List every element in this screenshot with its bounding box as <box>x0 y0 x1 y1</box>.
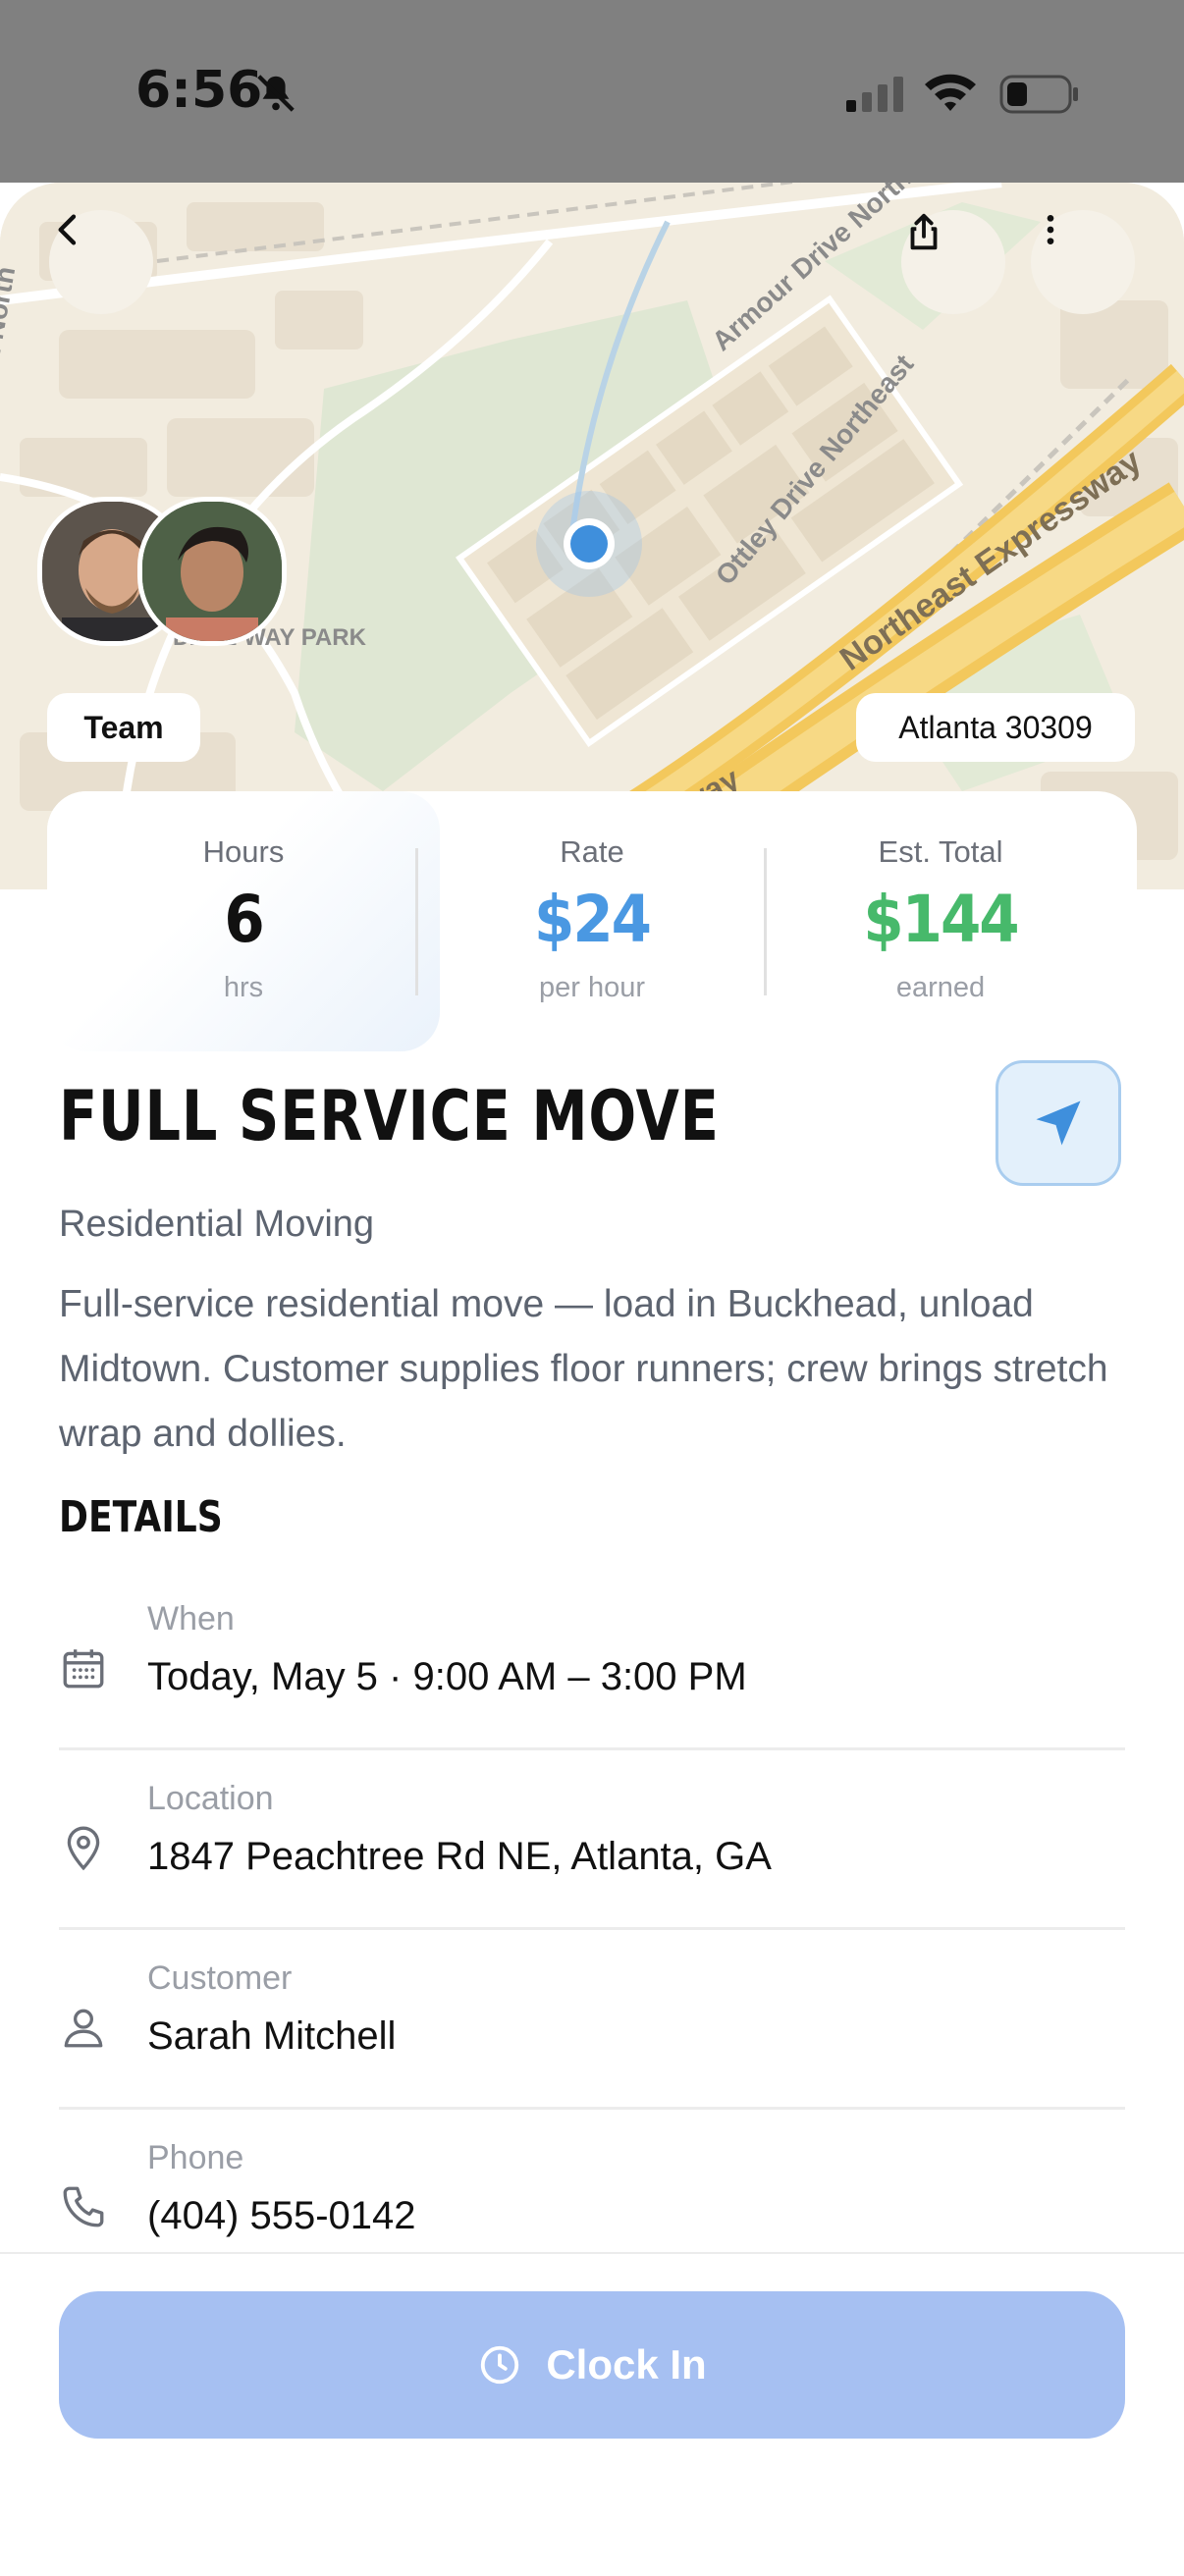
team-label[interactable]: Team <box>47 693 200 762</box>
rate-value: $24 <box>534 882 652 957</box>
back-button[interactable] <box>49 210 153 314</box>
detail-row-when: When Today, May 5 · 9:00 AM – 3:00 PM <box>59 1571 1125 1750</box>
location-zip-label: Atlanta 30309 <box>856 693 1135 762</box>
more-options-button[interactable] <box>1031 210 1135 314</box>
detail-row-customer: Customer Sarah Mitchell <box>59 1930 1125 2110</box>
detail-value: Sarah Mitchell <box>147 2014 397 2058</box>
more-vertical-icon <box>1047 215 1054 244</box>
total-label: Est. Total <box>878 834 1003 869</box>
detail-label: Customer <box>147 1959 293 1997</box>
detail-label: Location <box>147 1780 274 1817</box>
status-time: 6:56 <box>135 61 263 120</box>
hours-unit: hrs <box>223 972 264 1003</box>
map-view[interactable]: Armour Drive Northeast Ottley Drive Nort… <box>0 183 1184 889</box>
job-category: Residential Moving <box>59 1204 375 1245</box>
wifi-icon <box>925 74 976 111</box>
total-stat: Est. Total $144 earned <box>774 791 1107 1051</box>
total-unit: earned <box>895 972 986 1003</box>
calendar-icon <box>63 1649 104 1689</box>
battery-icon <box>999 75 1078 114</box>
share-icon <box>910 213 938 250</box>
rate-unit: per hour <box>538 972 645 1003</box>
navigation-arrow-icon <box>1036 1100 1081 1146</box>
chevron-left-icon <box>58 214 77 245</box>
detail-value: 1847 Peachtree Rd NE, Atlanta, GA <box>147 1835 772 1878</box>
share-button[interactable] <box>901 210 1005 314</box>
hours-value: 6 <box>224 882 264 957</box>
person-icon <box>64 2009 103 2048</box>
stat-divider <box>764 848 767 995</box>
detail-label: When <box>147 1600 235 1637</box>
cellular-signal-icon <box>846 77 903 112</box>
navigate-button[interactable] <box>996 1060 1121 1186</box>
hours-stat: Hours 6 hrs <box>77 791 410 1051</box>
detail-label: Phone <box>147 2139 244 2176</box>
total-value: $144 <box>863 882 1019 957</box>
team-member-avatar[interactable] <box>137 497 287 646</box>
detail-value: (404) 555-0142 <box>147 2194 416 2237</box>
stat-divider <box>415 848 418 995</box>
rate-stat: Rate $24 per hour <box>425 791 759 1051</box>
earnings-summary-card: Hours 6 hrs Rate $24 per hour Est. Total… <box>47 791 1137 1051</box>
rate-label: Rate <box>560 834 624 869</box>
detail-row-location[interactable]: Location 1847 Peachtree Rd NE, Atlanta, … <box>59 1750 1125 1930</box>
hours-label: Hours <box>202 834 285 869</box>
bell-muted-icon <box>257 75 295 112</box>
clock-in-button[interactable]: Clock In <box>59 2291 1125 2439</box>
map-pin-icon <box>67 1826 100 1871</box>
job-title: FULL SERVICE MOVE <box>59 1076 720 1156</box>
detail-value: Today, May 5 · 9:00 AM – 3:00 PM <box>147 1655 747 1698</box>
clock-in-label: Clock In <box>546 2341 707 2388</box>
phone-icon <box>63 2186 104 2227</box>
person-photo <box>142 502 282 641</box>
clock-icon <box>481 2345 519 2385</box>
details-heading: DETAILS <box>59 1492 223 1542</box>
status-bar: 6:56 <box>0 0 1184 183</box>
job-description: Full-service residential move — load in … <box>59 1283 1108 1455</box>
